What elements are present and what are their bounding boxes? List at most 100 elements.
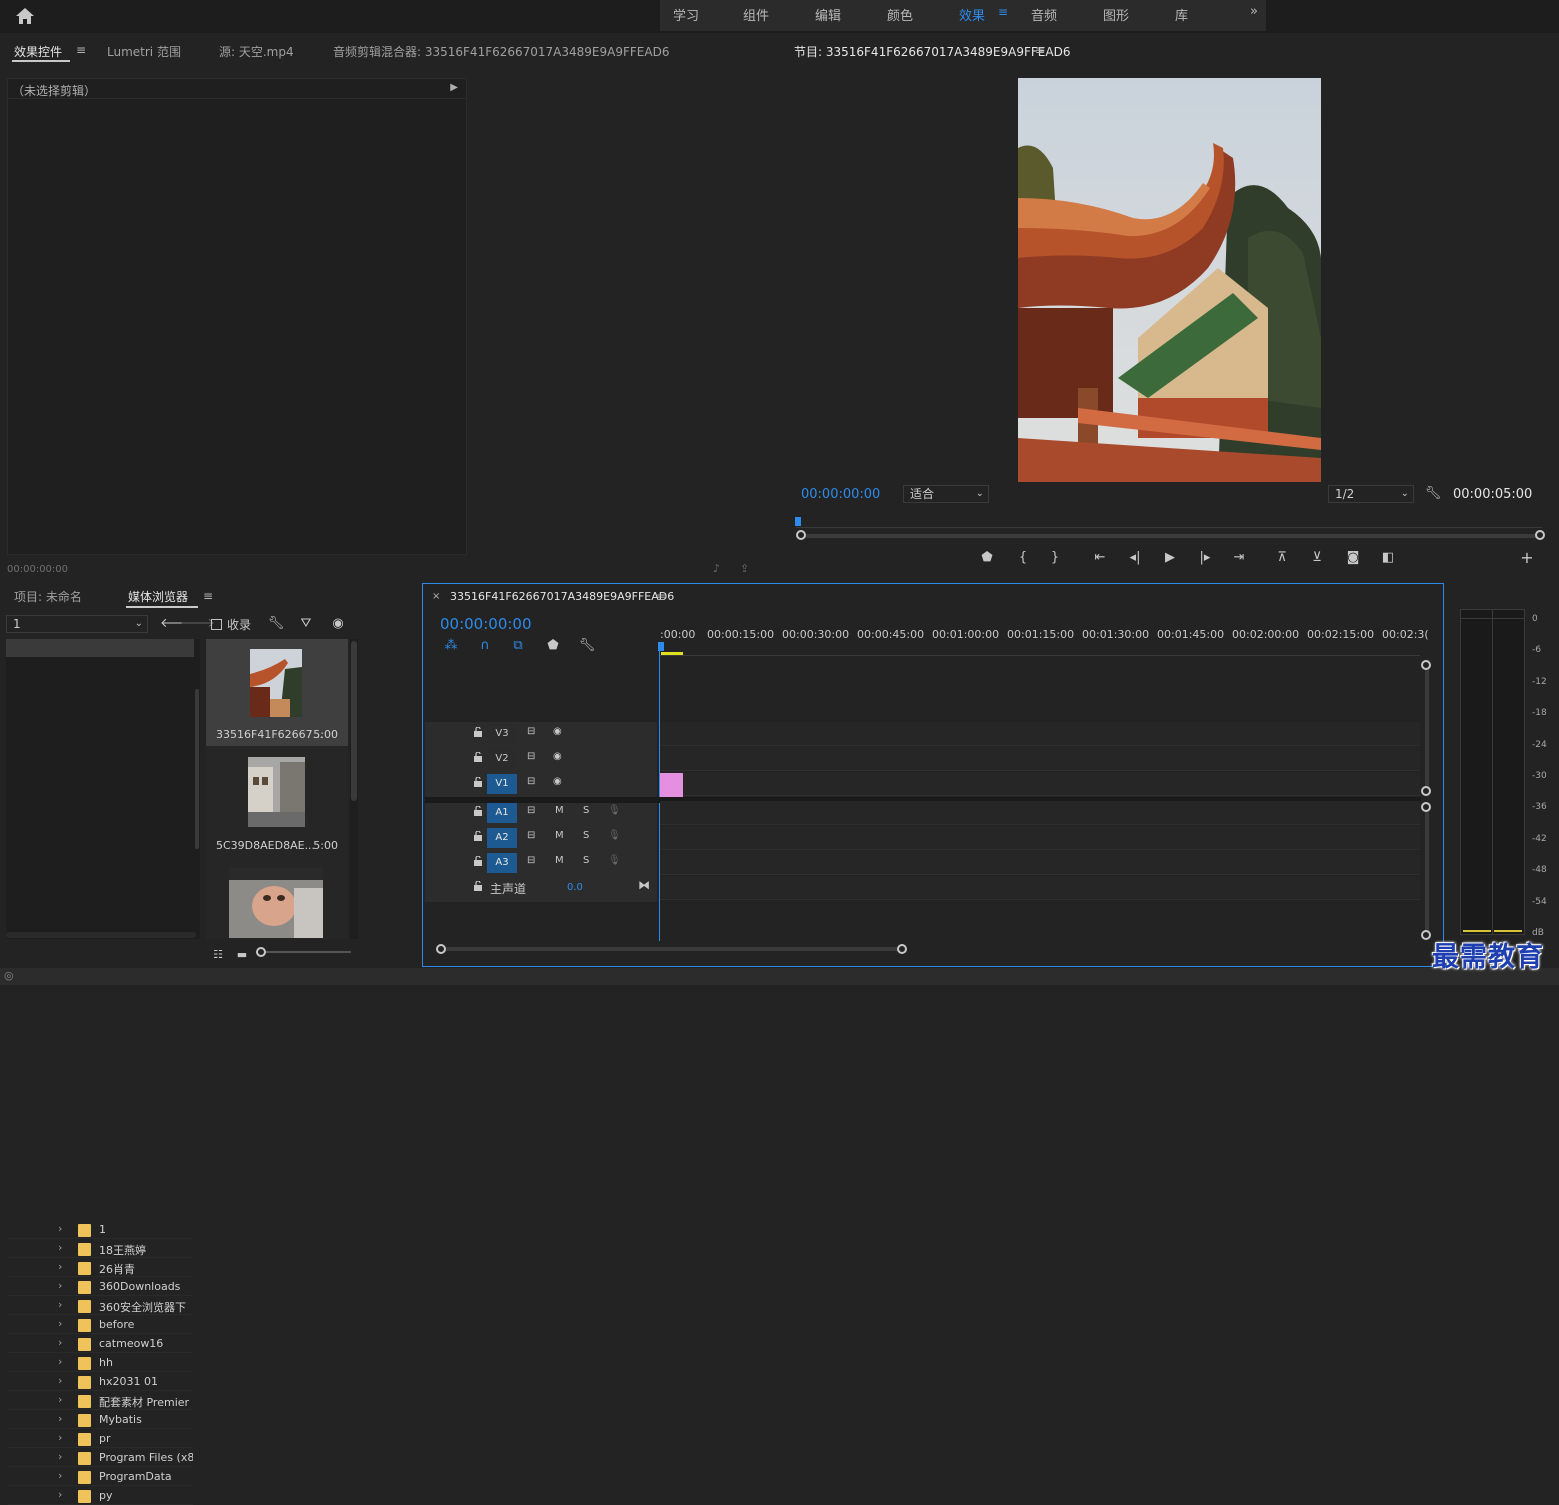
lock-icon[interactable] [473,856,483,866]
resolution-dropdown[interactable]: 1/2 ⌄ [1328,485,1414,503]
track-target-a2[interactable]: A2 [487,828,517,848]
tab-lumetri-scopes[interactable]: Lumetri 范围 [107,43,181,60]
chevron-right-icon[interactable]: › [58,1336,62,1349]
track-target-a1[interactable]: A1 [487,803,517,823]
microphone-icon[interactable]: 🎙︎ [608,830,621,841]
nest-icon[interactable]: ⁂ [441,636,461,656]
thumbnail-size-slider[interactable] [256,951,351,953]
track-lane-v1[interactable] [660,772,1420,796]
export-icon[interactable]: ⇪ [740,562,749,575]
sync-lock-icon[interactable]: ⊟ [527,751,535,762]
zoom-handle-right[interactable] [1535,530,1545,540]
folder-item[interactable]: › 18王燕婷 [8,1240,193,1258]
chevron-right-icon[interactable]: › [58,1355,62,1368]
lock-icon[interactable] [473,752,483,762]
folder-item[interactable]: › 1 [8,1221,193,1239]
linked-selection-icon[interactable]: ⧉ [508,636,528,656]
folder-item[interactable]: › 360Downloads [8,1278,193,1296]
thumbnail-size-handle[interactable] [256,947,266,957]
sync-lock-icon[interactable]: ⊟ [527,726,535,737]
folder-tree-scrollbar[interactable] [194,639,200,939]
scroll-handle[interactable] [1421,802,1431,812]
workspace-tab-effects[interactable]: 效果 [959,5,985,24]
play-icon[interactable]: ▶ [1160,548,1180,568]
folder-item[interactable]: › 26肖青 [8,1259,193,1277]
step-forward-icon[interactable]: |▸ [1195,548,1215,568]
track-lane-v3[interactable] [660,722,1420,746]
microphone-icon[interactable]: 🎙︎ [608,805,621,816]
lock-icon[interactable] [473,806,483,816]
mute-button[interactable]: M [555,805,564,816]
chevron-right-icon[interactable]: › [58,1317,62,1330]
solo-button[interactable]: S [583,830,589,841]
track-lane-a3[interactable] [660,851,1420,875]
solo-button[interactable]: S [583,805,589,816]
tab-project[interactable]: 项目: 未命名 [14,588,82,605]
export-frame-camera-icon[interactable]: ◙ [1343,548,1363,568]
eye-icon[interactable]: ◉ [553,726,562,737]
track-target-v1[interactable]: V1 [487,774,517,794]
workspace-tab-color[interactable]: 颜色 [887,5,913,24]
tab-source[interactable]: 源: 天空.mp4 [219,43,294,60]
tab-audio-clip-mixer[interactable]: 音频剪辑混合器: 33516F41F62667017A3489E9A9FFEAD… [333,43,669,60]
comparison-view-icon[interactable]: ◧ [1378,548,1398,568]
lock-icon[interactable] [473,831,483,841]
microphone-icon[interactable]: 🎙︎ [608,855,621,866]
track-lane-v2[interactable] [660,747,1420,771]
chevron-right-icon[interactable]: › [58,1260,62,1273]
workspace-tab-editing[interactable]: 编辑 [815,5,841,24]
lock-icon[interactable] [473,777,483,787]
eye-icon[interactable]: ◉ [553,751,562,762]
track-lane-a2[interactable] [660,826,1420,850]
timeline-timecode[interactable]: 00:00:00:00 [440,615,532,633]
folder-item[interactable]: › catmeow16 [8,1335,193,1353]
go-to-in-icon[interactable]: ⇤ [1090,548,1110,568]
back-arrow-icon[interactable]: 🡐 [160,614,195,634]
close-icon[interactable]: × [432,591,440,602]
track-lane-a1[interactable] [660,801,1420,825]
chevron-right-icon[interactable]: › [58,1241,62,1254]
video-tracks-scrollbar[interactable] [1425,660,1429,796]
workspace-menu-icon[interactable]: ≡ [998,5,1008,19]
folder-item[interactable]: › ProgramData [8,1468,193,1486]
program-playhead[interactable] [795,517,801,526]
icon-view-icon[interactable]: ▬ [232,945,252,965]
mute-button[interactable]: M [555,855,564,866]
tab-media-browser[interactable]: 媒体浏览器 [128,588,188,605]
expand-arrow-icon[interactable]: ▶ [450,82,458,93]
step-back-icon[interactable]: ◂| [1125,548,1145,568]
panel-menu-icon[interactable]: ≡ [203,589,213,603]
video-clip[interactable] [660,773,683,797]
program-time-ruler[interactable] [796,519,1542,529]
track-lane-master[interactable] [660,876,1420,900]
chevron-right-icon[interactable]: › [58,1279,62,1292]
folder-item[interactable]: › py [8,1487,193,1505]
track-target-v2[interactable]: V2 [487,749,517,769]
workspace-tab-libraries[interactable]: 库 [1175,5,1188,24]
folder-tree-hscrollbar[interactable] [6,932,196,938]
sync-lock-icon[interactable]: ⊟ [527,830,535,841]
track-target-v3[interactable]: V3 [487,724,517,744]
wrench-icon[interactable]: 🔧︎ [266,614,286,634]
chevron-right-icon[interactable]: › [58,1222,62,1235]
folder-item[interactable]: › 配套素材 Premier [8,1392,193,1410]
media-thumbnail[interactable] [206,860,348,939]
filter-icon[interactable]: ⛛ [296,614,316,634]
folder-item[interactable]: › Program Files (x86 [8,1449,193,1467]
snap-magnet-icon[interactable]: ∩ [475,636,495,656]
folder-item[interactable]: › 360安全浏览器下 [8,1297,193,1315]
media-thumbnail[interactable]: 5C39D8AED8AE... 5:00 [206,750,348,857]
chevron-right-icon[interactable]: › [58,1431,62,1444]
sync-lock-icon[interactable]: ⊟ [527,855,535,866]
eye-icon[interactable]: ◉ [553,776,562,787]
chevron-right-icon[interactable]: › [58,1393,62,1406]
wrench-icon[interactable]: 🔧︎ [577,636,597,656]
mark-in-icon[interactable]: { [1013,548,1033,568]
zoom-handle-left[interactable] [436,944,446,954]
list-view-icon[interactable]: ☷ [208,945,228,965]
workspace-tab-learn[interactable]: 学习 [673,5,699,24]
mark-out-icon[interactable]: } [1045,548,1065,568]
scroll-handle[interactable] [1421,660,1431,670]
program-timecode[interactable]: 00:00:00:00 [801,487,880,502]
media-thumbnail[interactable]: 33516F41F62667... 5:00 [206,639,348,746]
